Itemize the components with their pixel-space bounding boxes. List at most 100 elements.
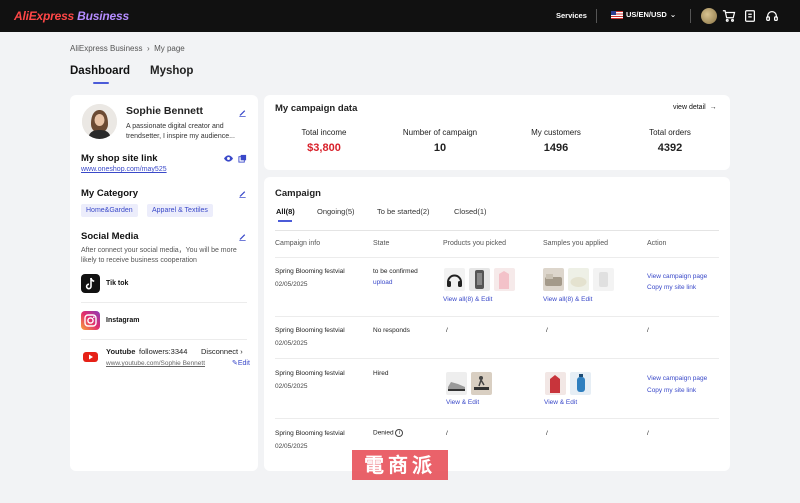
tab-ongoing[interactable]: Ongoing(5) [317,207,355,216]
logo-business-text: Business [74,9,129,23]
locale-selector[interactable]: US/EN/USD ⌄ [611,10,676,19]
instagram-label: Instagram [106,317,140,324]
social-media-title: Social Media [81,231,139,242]
col-products: Products you picked [443,240,507,247]
edit-category-icon[interactable] [238,189,247,198]
divider [690,9,691,23]
product-thumbnail[interactable] [444,268,465,291]
divider [596,9,597,23]
col-state: State [373,240,390,247]
edit-profile-icon[interactable] [238,108,247,117]
sample-thumbnail[interactable] [543,268,564,291]
campaign-date: 02/05/2025 [275,340,308,347]
copy-icon[interactable] [238,154,247,163]
divider [81,302,247,303]
instagram-icon [81,311,100,330]
view-all-edit-products-link[interactable]: View all(8) & Edit [443,296,492,303]
breadcrumb-home[interactable]: AliExpress Business [70,44,142,53]
campaign-title: Campaign [275,188,321,199]
youtube-disconnect-button[interactable]: Disconnect › [201,347,243,356]
headset-icon[interactable] [765,9,779,23]
youtube-icon [81,347,100,366]
campaign-card: Campaign All(8) Ongoing(5) To be started… [264,177,730,471]
divider [81,339,247,340]
logo-text: AliExpress [14,9,75,23]
breadcrumb: AliExpress Business › My page [70,44,185,53]
upload-link[interactable]: upload [373,279,393,286]
category-chip: Home&Garden [81,204,138,217]
stat-label: Total orders [649,128,691,137]
tab-all[interactable]: All(8) [276,207,295,216]
product-thumbnail[interactable] [471,372,492,395]
copy-site-link[interactable]: Copy my site link [647,284,696,291]
campaign-name: Spring Blooming festvial [275,370,345,377]
shop-site-link[interactable]: www.oneshop.com/may525 [81,166,167,173]
campaign-date: 02/05/2025 [275,281,308,288]
col-campaign-info: Campaign info [275,240,321,247]
sample-thumbnail[interactable] [568,268,589,291]
us-flag-icon [611,10,623,19]
arrow-right-icon: → [709,104,717,111]
divider [275,418,719,419]
youtube-label: Youtube [106,347,136,356]
locale-label: US/EN/USD [626,10,667,19]
samples-empty: / [546,430,548,437]
active-tab-indicator [93,82,109,84]
tiktok-icon [81,274,100,293]
divider [275,230,719,231]
top-bar: AliExpress Business Services US/EN/USD ⌄ [0,0,800,32]
social-media-note: After connect your social media，You will… [81,247,237,264]
orders-icon[interactable] [743,9,757,23]
view-detail-link[interactable]: view detail → [673,104,717,111]
disconnect-label: Disconnect [201,347,239,356]
edit-social-icon[interactable] [238,232,247,241]
state-text: Denied [373,429,394,437]
state-text: No responds [373,327,410,334]
aliexpress-business-logo[interactable]: AliExpress Business [14,9,129,23]
sample-thumbnail[interactable] [570,372,591,395]
category-chip: Apparel & Textiles [147,204,213,217]
profile-bio: A passionate digital creator and trendse… [126,123,235,140]
product-thumbnail[interactable] [446,372,467,395]
campaign-date: 02/05/2025 [275,443,308,450]
view-campaign-page-link[interactable]: View campaign page [647,273,707,280]
action-empty: / [647,430,649,437]
category-title: My Category [81,188,139,199]
edit-label: Edit [237,360,250,367]
services-menu[interactable]: Services [556,11,587,20]
sample-thumbnail[interactable] [593,268,614,291]
campaign-name: Spring Blooming festvial [275,430,345,437]
watermark-stamp: 電商派 [352,450,448,480]
action-empty: / [647,327,649,334]
state-text: Hired [373,370,389,377]
view-edit-products-link[interactable]: View & Edit [446,399,479,406]
tab-closed[interactable]: Closed(1) [454,207,487,216]
sample-thumbnail[interactable] [545,372,566,395]
product-thumbnail[interactable] [494,268,515,291]
copy-site-link[interactable]: Copy my site link [647,387,696,394]
tab-to-be-started[interactable]: To be started(2) [377,207,430,216]
campaign-name: Spring Blooming festvial [275,327,345,334]
view-edit-samples-link[interactable]: View & Edit [544,399,577,406]
campaign-date: 02/05/2025 [275,383,308,390]
tab-dashboard[interactable]: Dashboard [70,65,130,77]
stat-value-income: $3,800 [307,142,341,154]
tab-myshop[interactable]: Myshop [150,65,193,77]
samples-empty: / [546,327,548,334]
product-thumbnail[interactable] [469,268,490,291]
user-avatar[interactable] [701,8,717,24]
eye-icon[interactable] [223,154,234,163]
state-text: to be confirmed [373,268,418,275]
col-samples: Samples you applied [543,240,608,247]
view-all-edit-samples-link[interactable]: View all(8) & Edit [543,296,592,303]
shop-link-title: My shop site link [81,153,158,164]
divider [275,316,719,317]
youtube-edit-button[interactable]: ✎Edit [232,359,250,367]
youtube-url[interactable]: www.youtube.com/Sophie Bennett [106,360,216,367]
stat-label: Total income [301,128,347,137]
cart-icon[interactable] [722,9,736,23]
view-campaign-page-link[interactable]: View campaign page [647,375,707,382]
youtube-followers: followers:3344 [139,347,188,356]
breadcrumb-current: My page [154,44,185,53]
info-icon[interactable]: i [395,429,404,437]
